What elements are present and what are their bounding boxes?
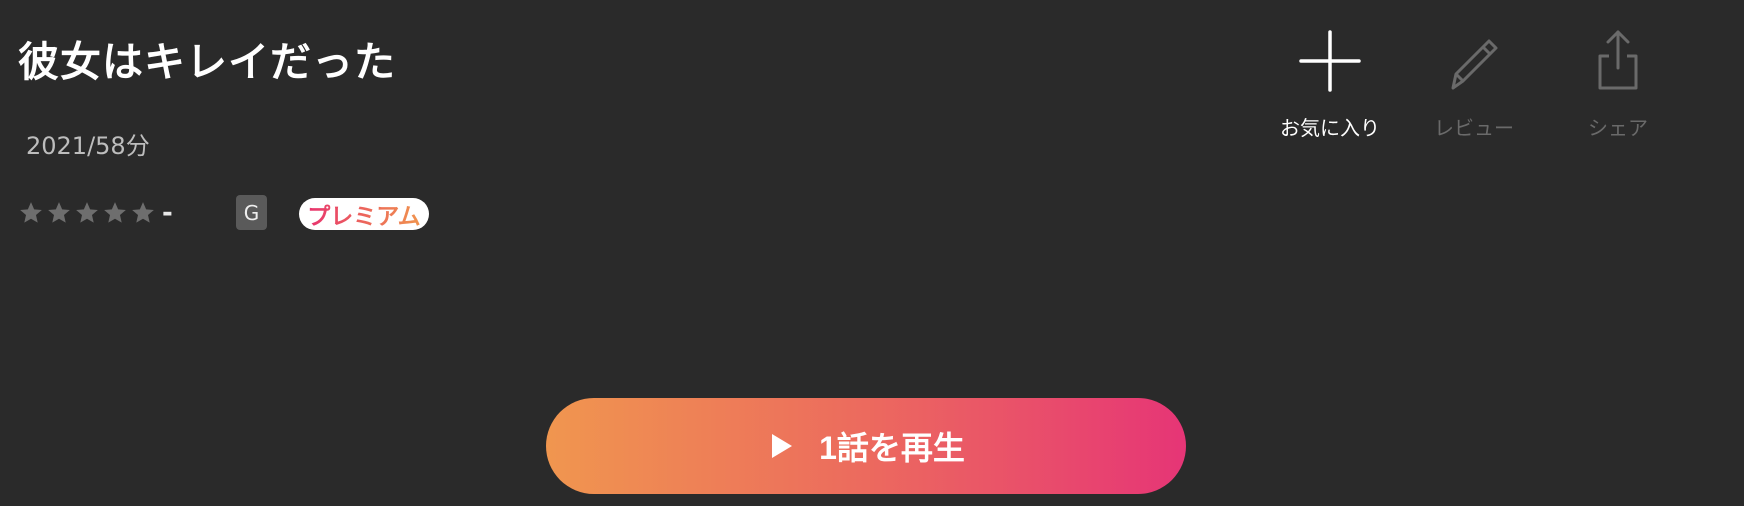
year-duration: 2021/58分 [26, 132, 150, 160]
star-rating [18, 200, 158, 226]
star-icon [18, 200, 44, 226]
star-icon [74, 200, 100, 226]
premium-badge-label: プレミアム [307, 197, 420, 231]
share-icon [1583, 26, 1653, 96]
rating-score: - [162, 198, 173, 228]
plus-icon [1295, 26, 1365, 96]
star-icon [102, 200, 128, 226]
play-button-label: 1話を再生 [819, 430, 965, 466]
play-button[interactable]: 1話を再生 [546, 398, 1186, 494]
rating: - [18, 193, 202, 233]
star-icon [46, 200, 72, 226]
play-icon [767, 432, 795, 460]
review-button[interactable]: レビュー [1414, 26, 1534, 141]
review-label: レビュー [1434, 116, 1514, 140]
favorite-label: お気に入り [1280, 116, 1380, 140]
title-detail-page: 彼女はキレイだった 2021/58分 - G プレミアム お気に入り レビュー … [0, 0, 1744, 506]
share-label: シェア [1588, 116, 1648, 140]
premium-badge: プレミアム [299, 198, 429, 230]
pencil-icon [1439, 26, 1509, 96]
share-button[interactable]: シェア [1558, 26, 1678, 141]
page-title: 彼女はキレイだった [18, 38, 396, 86]
star-icon [130, 200, 156, 226]
favorite-button[interactable]: お気に入り [1270, 26, 1390, 141]
age-rating-badge: G [236, 195, 267, 230]
action-bar: お気に入り レビュー シェア [1270, 26, 1690, 146]
